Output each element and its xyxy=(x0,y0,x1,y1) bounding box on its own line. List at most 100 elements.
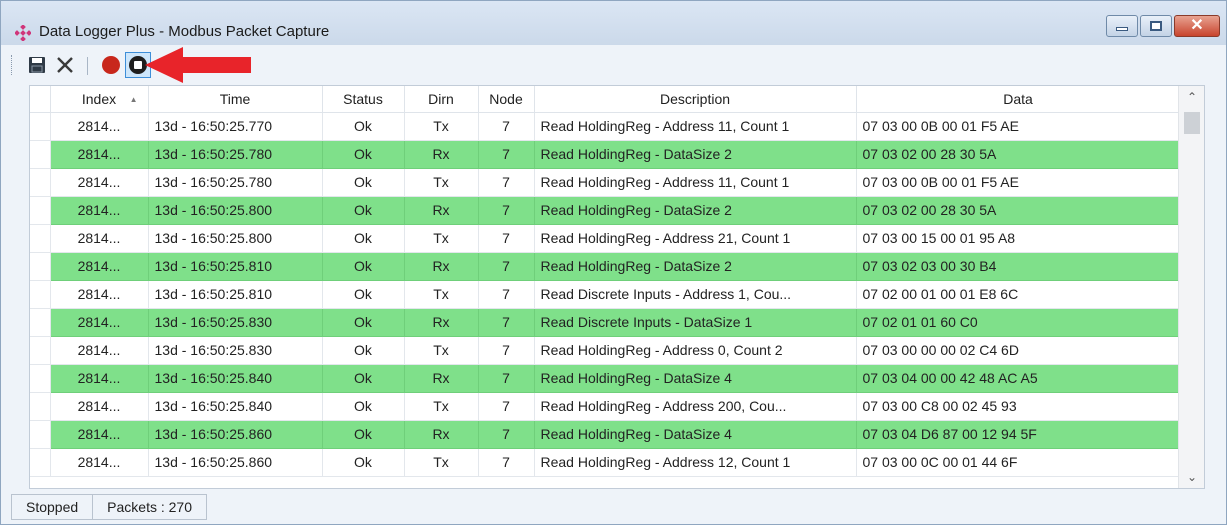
maximize-button[interactable] xyxy=(1140,15,1172,37)
table-row[interactable]: 2814... 13d - 16:50:25.840 Ok Tx 7 Read Holdi… xyxy=(30,392,1181,421)
table-row[interactable]: 2814... 13d - 16:50:25.860 Ok Tx 7 Read Holdi… xyxy=(30,448,1181,477)
capture-state: Stopped xyxy=(11,494,94,520)
table-row[interactable]: 2814... 13d - 16:50:25.780 Ok Rx 7 Read Holdi… xyxy=(30,140,1181,169)
record-icon xyxy=(102,56,120,74)
cell-node: 7 xyxy=(478,336,535,365)
cell-data: 07 03 02 00 28 30 5A xyxy=(856,140,1181,169)
row-header[interactable] xyxy=(30,196,51,225)
cell-time: 13d - 16:50:25.800 xyxy=(148,224,323,253)
cell-description: Read HoldingReg - Address 21, Count 1 xyxy=(534,224,857,253)
cell-index: 2814... xyxy=(50,280,149,309)
cell-node: 7 xyxy=(478,280,535,309)
cell-description: Read HoldingReg - DataSize 2 xyxy=(534,140,857,169)
column-header-description[interactable]: Description xyxy=(534,86,857,113)
cell-time: 13d - 16:50:25.780 xyxy=(148,168,323,197)
column-header-label: Dirn xyxy=(428,90,454,107)
status-bar: Stopped Packets : 270 xyxy=(11,493,1217,521)
column-header-label: Index xyxy=(81,90,117,107)
save-button[interactable] xyxy=(25,53,49,77)
cell-data: 07 03 00 00 00 02 C4 6D xyxy=(856,336,1181,365)
cell-dirn: Rx xyxy=(404,196,479,225)
table-row[interactable]: 2814... 13d - 16:50:25.860 Ok Rx 7 Read Holdi… xyxy=(30,420,1181,449)
cell-status: Ok xyxy=(322,308,405,337)
cell-dirn: Rx xyxy=(404,308,479,337)
minimize-button[interactable] xyxy=(1106,15,1138,37)
row-header[interactable] xyxy=(30,336,51,365)
table-row[interactable]: 2814... 13d - 16:50:25.810 Ok Rx 7 Read Holdi… xyxy=(30,252,1181,281)
row-header[interactable] xyxy=(30,308,51,337)
cell-time: 13d - 16:50:25.840 xyxy=(148,392,323,421)
cell-time: 13d - 16:50:25.810 xyxy=(148,280,323,309)
column-header-label: Node xyxy=(489,90,523,107)
column-header-index[interactable]: Index ▲ xyxy=(50,86,149,113)
vertical-scrollbar[interactable]: ⌃ ⌄ xyxy=(1178,86,1204,488)
cell-status: Ok xyxy=(322,280,405,309)
column-header-time[interactable]: Time xyxy=(148,86,323,113)
cell-dirn: Rx xyxy=(404,140,479,169)
cell-time: 13d - 16:50:25.860 xyxy=(148,420,323,449)
table-header-row: Index ▲ Time Status Dirn Node Description… xyxy=(30,86,1181,113)
scroll-down-icon[interactable]: ⌄ xyxy=(1179,466,1204,488)
row-header-corner xyxy=(30,86,51,113)
table-row[interactable]: 2814... 13d - 16:50:25.800 Ok Tx 7 Read Holdi… xyxy=(30,224,1181,253)
toolbar-grip[interactable] xyxy=(11,55,14,75)
table-row[interactable]: 2814... 13d - 16:50:25.840 Ok Rx 7 Read Holdi… xyxy=(30,364,1181,393)
record-button[interactable] xyxy=(99,53,123,77)
row-header[interactable] xyxy=(30,420,51,449)
cell-index: 2814... xyxy=(50,364,149,393)
cell-dirn: Tx xyxy=(404,336,479,365)
cell-description: Read HoldingReg - DataSize 2 xyxy=(534,196,857,225)
column-header-dirn[interactable]: Dirn xyxy=(404,86,479,113)
minimize-icon xyxy=(1116,27,1128,31)
cell-node: 7 xyxy=(478,420,535,449)
table-row[interactable]: 2814... 13d - 16:50:25.800 Ok Rx 7 Read Holdi… xyxy=(30,196,1181,225)
column-header-node[interactable]: Node xyxy=(478,86,535,113)
cell-status: Ok xyxy=(322,196,405,225)
cell-description: Read HoldingReg - DataSize 4 xyxy=(534,420,857,449)
row-header[interactable] xyxy=(30,448,51,477)
save-icon xyxy=(29,57,45,73)
cell-status: Ok xyxy=(322,168,405,197)
cell-dirn: Rx xyxy=(404,364,479,393)
column-header-status[interactable]: Status xyxy=(322,86,405,113)
scroll-up-icon[interactable]: ⌃ xyxy=(1179,86,1204,108)
cell-node: 7 xyxy=(478,140,535,169)
cell-status: Ok xyxy=(322,224,405,253)
cell-status: Ok xyxy=(322,364,405,393)
row-header[interactable] xyxy=(30,280,51,309)
cell-dirn: Tx xyxy=(404,392,479,421)
cell-description: Read HoldingReg - Address 11, Count 1 xyxy=(534,168,857,197)
cell-dirn: Rx xyxy=(404,420,479,449)
table-row[interactable]: 2814... 13d - 16:50:25.810 Ok Tx 7 Read Discr… xyxy=(30,280,1181,309)
row-header[interactable] xyxy=(30,252,51,281)
row-header[interactable] xyxy=(30,364,51,393)
row-header[interactable] xyxy=(30,112,51,141)
cell-description: Read HoldingReg - Address 200, Cou... xyxy=(534,392,857,421)
cell-dirn: Tx xyxy=(404,280,479,309)
column-header-label: Data xyxy=(1003,90,1033,107)
title-bar[interactable]: Data Logger Plus - Modbus Packet Capture… xyxy=(1,1,1226,45)
cell-data: 07 02 00 01 00 01 E8 6C xyxy=(856,280,1181,309)
column-header-data[interactable]: Data xyxy=(856,86,1181,113)
close-button[interactable]: ✕ xyxy=(1174,15,1220,37)
row-header[interactable] xyxy=(30,392,51,421)
window-title: Data Logger Plus - Modbus Packet Capture xyxy=(39,23,330,40)
cell-dirn: Rx xyxy=(404,252,479,281)
table-row[interactable]: 2814... 13d - 16:50:25.830 Ok Tx 7 Read Holdi… xyxy=(30,336,1181,365)
scroll-thumb[interactable] xyxy=(1184,112,1200,134)
clear-button[interactable] xyxy=(53,53,77,77)
row-header[interactable] xyxy=(30,140,51,169)
cell-time: 13d - 16:50:25.830 xyxy=(148,336,323,365)
row-header[interactable] xyxy=(30,168,51,197)
row-header[interactable] xyxy=(30,224,51,253)
cell-data: 07 03 00 0B 00 01 F5 AE xyxy=(856,168,1181,197)
column-header-label: Status xyxy=(343,90,383,107)
cell-time: 13d - 16:50:25.840 xyxy=(148,364,323,393)
table-row[interactable]: 2814... 13d - 16:50:25.830 Ok Rx 7 Read Discr… xyxy=(30,308,1181,337)
cell-status: Ok xyxy=(322,252,405,281)
table-row[interactable]: 2814... 13d - 16:50:25.780 Ok Tx 7 Read Holdi… xyxy=(30,168,1181,197)
cell-data: 07 02 01 01 60 C0 xyxy=(856,308,1181,337)
table-row[interactable]: 2814... 13d - 16:50:25.770 Ok Tx 7 Read Holdi… xyxy=(30,112,1181,141)
cell-description: Read Discrete Inputs - Address 1, Cou... xyxy=(534,280,857,309)
cell-status: Ok xyxy=(322,392,405,421)
